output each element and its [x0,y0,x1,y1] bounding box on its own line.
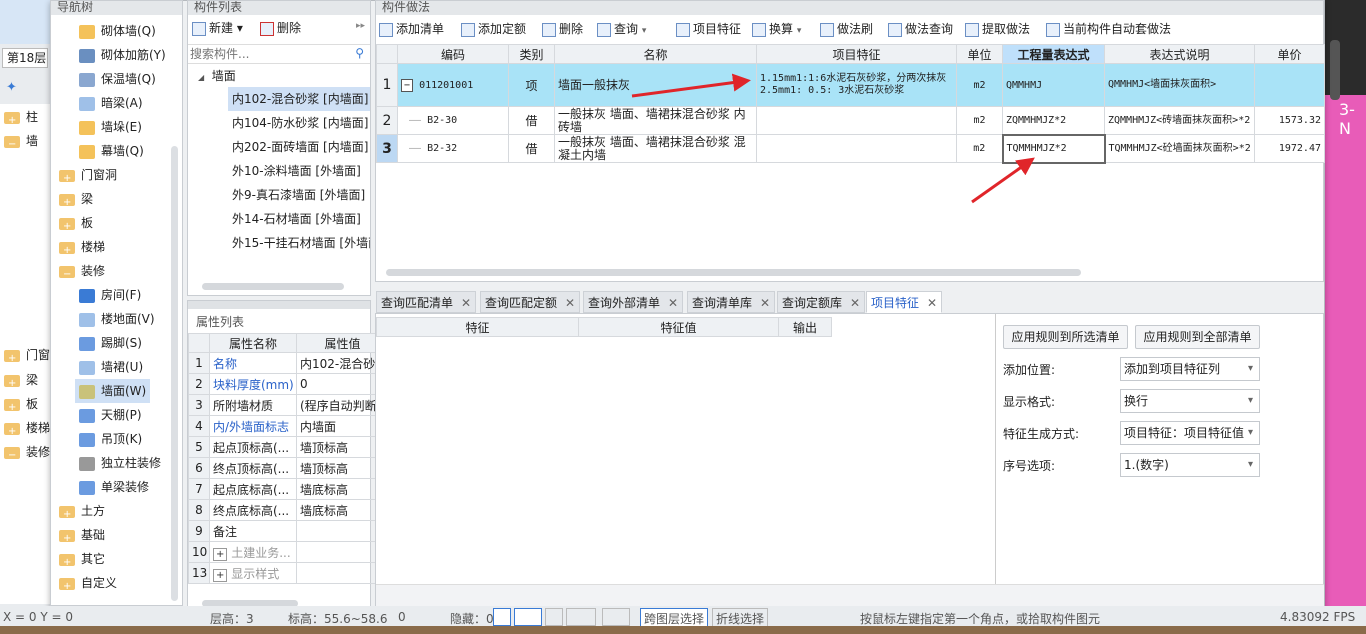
annotation-arrows [631,73,1035,204]
red-arrow [971,157,1035,204]
red-arrow [631,73,751,98]
